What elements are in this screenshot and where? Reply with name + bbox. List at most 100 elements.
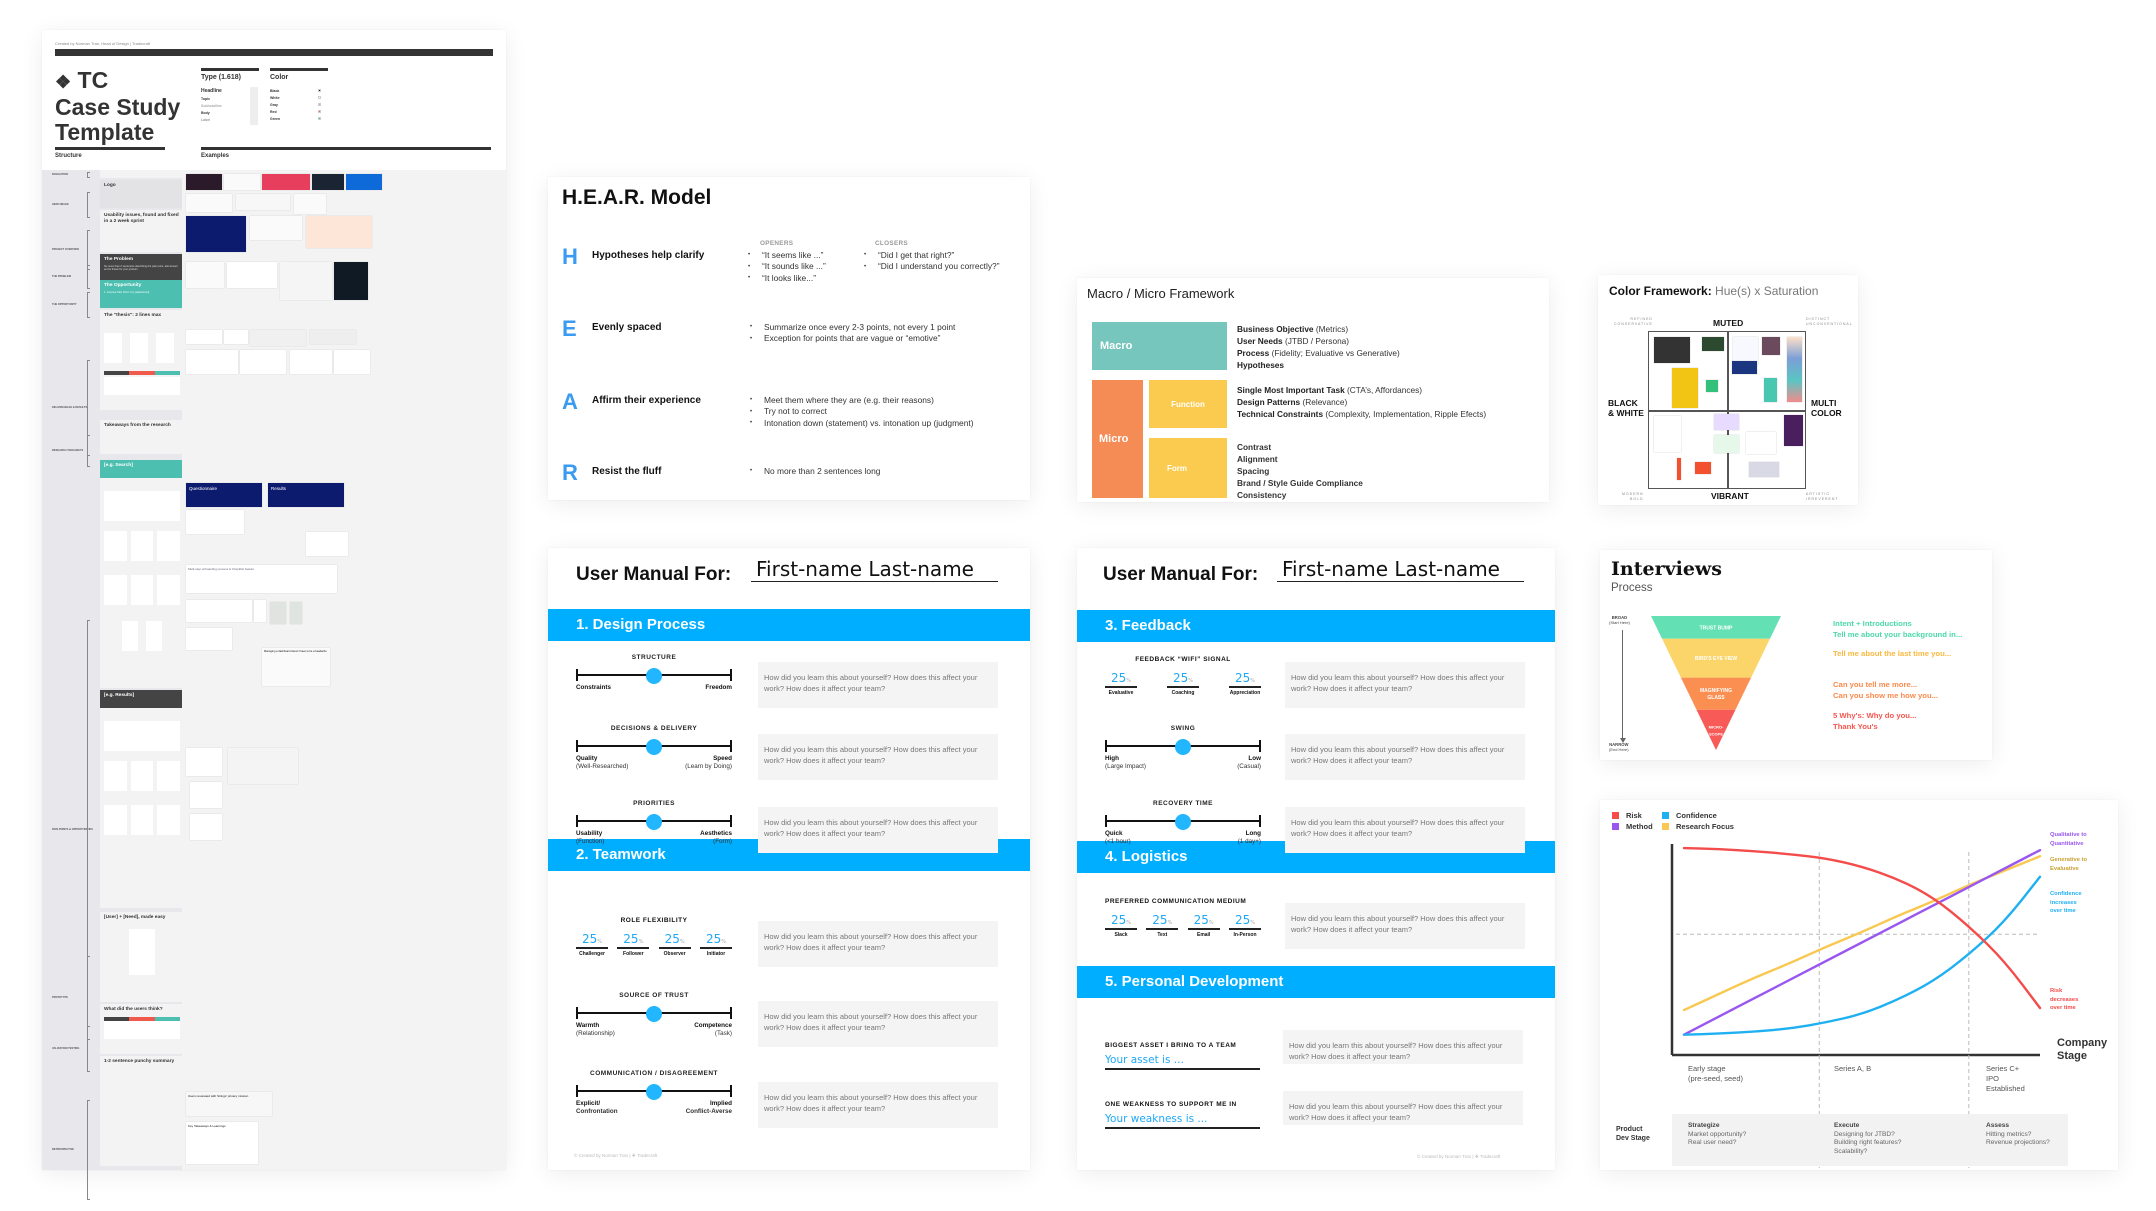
- reflection-textbox[interactable]: How did you learn this about yourself? H…: [758, 734, 998, 780]
- slider-track[interactable]: [576, 1006, 732, 1022]
- example-thumbnail[interactable]: [186, 628, 232, 650]
- percent-value[interactable]: 25%: [617, 932, 650, 949]
- slider-handle[interactable]: [646, 1006, 662, 1022]
- weakness-value[interactable]: Your weakness is ...: [1105, 1108, 1260, 1129]
- reflection-textbox[interactable]: How did you learn this about yourself? H…: [1285, 807, 1525, 853]
- user-manual-board-1[interactable]: User Manual For: First-name Last-name 1.…: [548, 548, 1030, 1170]
- example-thumbnail[interactable]: [306, 216, 372, 248]
- reflection-textbox[interactable]: How did you learn this about yourself? H…: [758, 1082, 998, 1128]
- slider-track[interactable]: [576, 739, 732, 755]
- percent-field[interactable]: 25% Text: [1146, 913, 1179, 938]
- example-thumbnail[interactable]: [227, 262, 277, 288]
- slider-track[interactable]: [1105, 814, 1261, 830]
- asset-field[interactable]: BIGGEST ASSET I BRING TO A TEAM Your ass…: [1105, 1042, 1260, 1070]
- percent-field[interactable]: 25% Follower: [617, 932, 650, 957]
- percent-value[interactable]: 25%: [1105, 671, 1137, 688]
- reflection-textbox[interactable]: How did you learn this about yourself? H…: [758, 921, 998, 967]
- reflection-textbox[interactable]: How did you learn this about yourself? H…: [1283, 1091, 1523, 1125]
- example-card-dashboard[interactable]: Managing a dashboard doesn't have to be …: [262, 648, 330, 686]
- percent-value[interactable]: 25%: [1228, 913, 1261, 930]
- example-thumbnail[interactable]: [334, 262, 368, 300]
- example-thumbnail[interactable]: [186, 174, 222, 190]
- percent-field[interactable]: 25% Evaluative: [1105, 671, 1137, 696]
- example-thumbnail[interactable]: [224, 174, 260, 190]
- reflection-textbox[interactable]: How did you learn this about yourself? H…: [758, 1001, 998, 1047]
- reflection-textbox[interactable]: How did you learn this about yourself? H…: [1285, 662, 1525, 708]
- percent-value[interactable]: 25%: [1105, 913, 1137, 930]
- percent-value[interactable]: 25%: [699, 932, 732, 949]
- example-thumbnail[interactable]: [224, 330, 248, 344]
- asset-value[interactable]: Your asset is ...: [1105, 1049, 1260, 1070]
- example-thumbnail[interactable]: [186, 330, 222, 344]
- example-thumbnail[interactable]: [270, 602, 286, 624]
- example-thumbnail[interactable]: [334, 350, 370, 374]
- preference-slider[interactable]: PRIORITIES Usability (Function) Aesthetics(…: [576, 800, 732, 846]
- percent-value[interactable]: 25%: [576, 932, 608, 949]
- example-thumbnail[interactable]: [186, 510, 244, 534]
- preference-slider[interactable]: SWING High (Large Impact) Low (Casual): [1105, 725, 1261, 771]
- macro-micro-board[interactable]: Macro / Micro Framework Macro Micro Func…: [1077, 278, 1549, 502]
- example-thumbnail[interactable]: [228, 748, 298, 784]
- example-thumbnail[interactable]: [186, 600, 252, 622]
- example-card-onboarding[interactable]: Multi-step onboarding process & Checklis…: [186, 565, 337, 593]
- percent-field[interactable]: 25% Slack: [1105, 913, 1137, 938]
- example-card-results[interactable]: Results: [268, 483, 344, 507]
- weakness-field[interactable]: ONE WEAKNESS TO SUPPORT ME IN Your weakn…: [1105, 1101, 1260, 1129]
- percent-value[interactable]: 25%: [1146, 913, 1179, 930]
- reflection-textbox[interactable]: How did you learn this about yourself? H…: [1285, 734, 1525, 780]
- example-thumbnail[interactable]: [190, 782, 222, 808]
- preference-slider[interactable]: RECOVERY TIME Quick (<1 hour) Long (1 day+): [1105, 800, 1261, 846]
- example-thumbnail[interactable]: [186, 748, 222, 776]
- percent-field[interactable]: 25% Initiator: [699, 932, 732, 957]
- example-thumbnail[interactable]: [306, 532, 348, 556]
- reflection-textbox[interactable]: How did you learn this about yourself? H…: [1285, 903, 1525, 949]
- example-thumbnail[interactable]: [250, 330, 306, 346]
- example-thumbnail[interactable]: [254, 600, 266, 622]
- example-thumbnail[interactable]: [290, 602, 302, 624]
- preference-slider[interactable]: SOURCE OF TRUST Warmth (Relationship) Compe…: [576, 992, 732, 1038]
- example-thumbnail[interactable]: [262, 174, 310, 190]
- preference-slider[interactable]: DECISIONS & DELIVERY Quality (Well-Researc…: [576, 725, 732, 771]
- interviews-board[interactable]: Interviews Process BROAD (Start Here) NAR…: [1600, 550, 1992, 760]
- example-thumbnail[interactable]: [236, 194, 290, 210]
- name-field[interactable]: First-name Last-name: [1277, 557, 1524, 582]
- example-thumbnail[interactable]: [186, 262, 224, 288]
- slider-handle[interactable]: [1175, 814, 1191, 830]
- user-manual-board-2[interactable]: User Manual For: First-name Last-name 3.…: [1077, 548, 1555, 1170]
- percent-field[interactable]: 25% Email: [1187, 913, 1220, 938]
- percent-field[interactable]: 25% Appreciation: [1229, 671, 1261, 696]
- slider-handle[interactable]: [646, 814, 662, 830]
- percent-field[interactable]: 25% Coaching: [1167, 671, 1199, 696]
- example-thumbnail[interactable]: [310, 330, 356, 344]
- reflection-textbox[interactable]: How did you learn this about yourself? H…: [758, 807, 998, 853]
- example-thumbnail[interactable]: [190, 814, 222, 840]
- case-study-template-board[interactable]: Created by Norman Tran, Head of Design |…: [42, 30, 506, 1200]
- percent-field[interactable]: 25% Challenger: [576, 932, 608, 957]
- example-thumbnail[interactable]: [186, 216, 246, 252]
- example-card-questionnaire[interactable]: Questionnaire: [186, 483, 262, 507]
- example-thumbnail[interactable]: [240, 350, 286, 374]
- percent-value[interactable]: 25%: [1187, 913, 1220, 930]
- name-field[interactable]: First-name Last-name: [751, 557, 998, 582]
- example-thumbnail[interactable]: [280, 262, 332, 300]
- slider-track[interactable]: [576, 1084, 732, 1100]
- example-thumbnail[interactable]: [186, 194, 232, 212]
- percent-field[interactable]: 25% In-Person: [1228, 913, 1261, 938]
- example-thumbnail[interactable]: [346, 174, 382, 190]
- preference-slider[interactable]: STRUCTURE Constraints Freedom: [576, 654, 732, 692]
- research-stage-chart-board[interactable]: Risk Confidence Method Research Focus Quali…: [1600, 800, 2118, 1170]
- reflection-textbox[interactable]: How did you learn this about yourself? H…: [758, 662, 998, 708]
- hear-model-board[interactable]: H.E.A.R. Model OPENERS CLOSERS H Hypothes…: [548, 177, 1030, 500]
- example-thumbnail[interactable]: [290, 350, 332, 374]
- slider-handle[interactable]: [646, 1084, 662, 1100]
- slider-track[interactable]: [576, 668, 732, 684]
- reflection-textbox[interactable]: How did you learn this about yourself? H…: [1283, 1030, 1523, 1064]
- example-thumbnail[interactable]: [294, 194, 326, 214]
- percent-value[interactable]: 25%: [1167, 671, 1199, 688]
- percent-value[interactable]: 25%: [658, 932, 691, 949]
- example-thumbnail[interactable]: [312, 174, 344, 190]
- percent-field[interactable]: 25% Observer: [658, 932, 691, 957]
- color-framework-board[interactable]: Color Framework: Hue(s) x Saturation REF…: [1598, 275, 1858, 505]
- slider-track[interactable]: [1105, 739, 1261, 755]
- slider-handle[interactable]: [646, 668, 662, 684]
